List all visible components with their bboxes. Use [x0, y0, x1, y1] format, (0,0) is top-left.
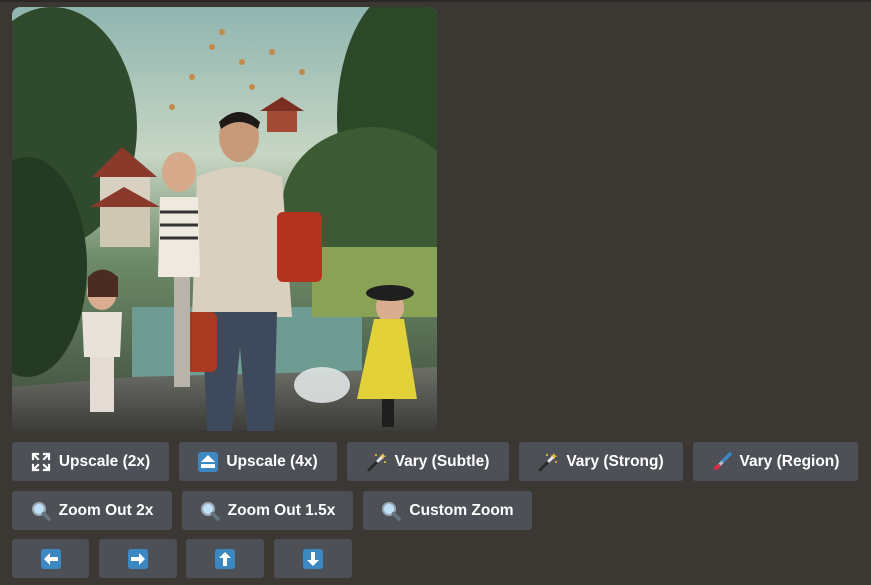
- magic-wand-icon: [367, 452, 387, 472]
- custom-zoom-label: Custom Zoom: [409, 501, 514, 519]
- pan-left-button[interactable]: [12, 539, 89, 578]
- arrow-right-icon: [128, 548, 148, 569]
- vary-region-label: Vary (Region): [739, 452, 840, 470]
- expand-icon: [31, 452, 51, 472]
- vary-region-button[interactable]: Vary (Region): [693, 442, 858, 481]
- vary-subtle-label: Vary (Subtle): [394, 452, 490, 470]
- arrow-down-icon: [303, 548, 323, 569]
- pan-up-button[interactable]: [186, 539, 264, 578]
- pan-right-button[interactable]: [99, 539, 177, 578]
- magic-wand-icon: [538, 452, 558, 472]
- upload-arrow-icon: [198, 451, 219, 472]
- custom-zoom-button[interactable]: Custom Zoom: [363, 491, 532, 530]
- magnifier-icon: [31, 501, 51, 521]
- paintbrush-icon: [712, 451, 732, 472]
- upscale-4x-button[interactable]: Upscale (4x): [179, 442, 337, 481]
- upscale-2x-label: Upscale (2x): [58, 452, 151, 470]
- upscale-4x-label: Upscale (4x): [226, 452, 318, 470]
- vary-subtle-button[interactable]: Vary (Subtle): [347, 442, 509, 481]
- pan-down-button[interactable]: [274, 539, 352, 578]
- zoom-out-1-5x-label: Zoom Out 1.5x: [227, 501, 336, 519]
- magnifier-icon: [200, 501, 220, 521]
- magnifier-icon: [381, 501, 402, 521]
- zoom-out-2x-button[interactable]: Zoom Out 2x: [12, 491, 172, 530]
- vary-strong-label: Vary (Strong): [566, 452, 664, 470]
- upscale-2x-button[interactable]: Upscale (2x): [12, 442, 169, 481]
- arrow-up-icon: [215, 548, 235, 569]
- vary-strong-button[interactable]: Vary (Strong): [519, 442, 683, 481]
- zoom-out-2x-label: Zoom Out 2x: [58, 501, 154, 519]
- zoom-out-1-5x-button[interactable]: Zoom Out 1.5x: [182, 491, 353, 530]
- generated-image[interactable]: [12, 7, 437, 431]
- arrow-left-icon: [40, 548, 61, 569]
- top-divider: [0, 0, 871, 2]
